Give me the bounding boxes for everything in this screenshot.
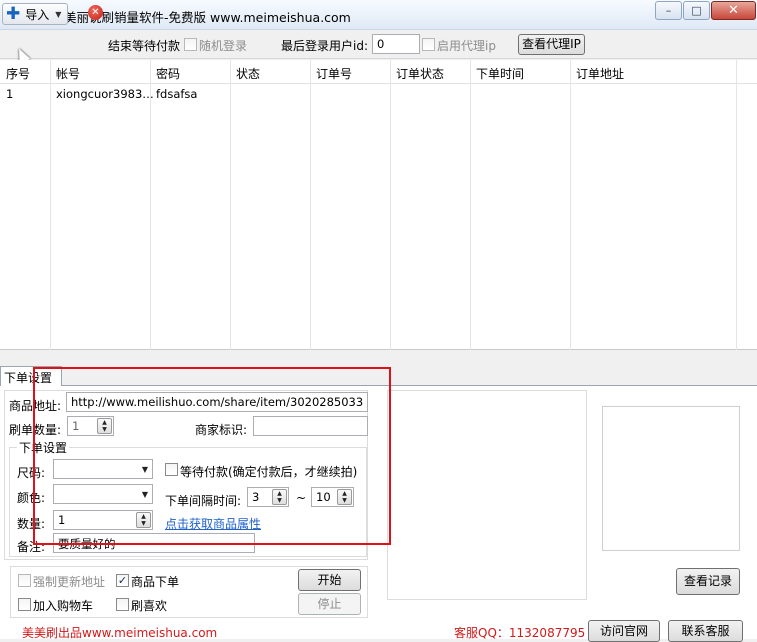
table-cell[interactable]: 1 (6, 87, 13, 101)
column-divider (50, 60, 51, 350)
column-divider (570, 60, 571, 350)
table-header (0, 60, 757, 84)
column-divider (310, 60, 311, 350)
column-divider (470, 60, 471, 350)
close-button[interactable]: ✕ (711, 1, 756, 20)
column-divider (230, 60, 231, 350)
plus-icon: ✚ (6, 3, 21, 24)
table-cell[interactable]: xiongcuor3983… (56, 87, 154, 101)
random-login-checkbox[interactable] (184, 38, 197, 51)
col-header-order-status[interactable]: 订单状态 (396, 65, 444, 82)
import-button[interactable]: ✚ 导入 ▼ (2, 3, 68, 25)
product-order-checkbox[interactable] (116, 574, 129, 587)
like-label: 刷喜欢 (131, 599, 168, 613)
add-cart-checkbox[interactable] (18, 598, 31, 611)
add-cart-label: 加入购物车 (33, 599, 94, 613)
view-records-button[interactable]: 查看记录 (676, 568, 740, 595)
column-divider (736, 60, 737, 350)
end-wait-payment-button[interactable]: 结束等待付款 (108, 37, 180, 54)
preview-image-area (602, 406, 740, 551)
col-header-password[interactable]: 密码 (156, 65, 180, 82)
start-button[interactable]: 开始 (298, 569, 361, 591)
accounts-table: 序号 帐号 密码 状态 订单号 订单状态 下单时间 订单地址 1 xiongcu… (0, 60, 757, 350)
stop-button[interactable]: 停止 (298, 593, 361, 615)
column-divider (390, 60, 391, 350)
window-title: 美美刷-美丽说刷销量软件-免费版 www.meimeishua.com (22, 10, 351, 25)
import-label: 导入 (25, 7, 50, 22)
stop-icon[interactable]: ✕ (88, 5, 103, 20)
minimize-button[interactable]: – (655, 1, 682, 20)
enable-proxy-checkbox[interactable] (422, 38, 435, 51)
brand-footer-text: 美美刷出品www.meimeishua.com (22, 626, 218, 640)
random-login-label: 随机登录 (199, 39, 248, 53)
column-divider (150, 60, 151, 350)
last-user-label: 最后登录用户id: (281, 39, 368, 53)
table-cell[interactable]: fdsafsa (156, 87, 197, 101)
force-update-label: 强制更新地址 (33, 575, 106, 589)
product-order-label: 商品下单 (131, 575, 180, 589)
support-qq-text: 客服QQ：1132087795 (454, 626, 586, 640)
col-header-index[interactable]: 序号 (6, 65, 30, 82)
maximize-button[interactable]: □ (683, 1, 710, 20)
col-header-order-no[interactable]: 订单号 (316, 65, 352, 82)
col-header-order-time[interactable]: 下单时间 (476, 65, 524, 82)
view-proxy-button[interactable]: 查看代理IP (518, 34, 585, 55)
force-update-checkbox[interactable] (18, 574, 31, 587)
col-header-order-address[interactable]: 订单地址 (576, 65, 624, 82)
last-user-input[interactable]: 0 (372, 34, 420, 54)
chevron-down-icon[interactable]: ▼ (55, 10, 61, 19)
highlight-box (33, 367, 391, 545)
col-header-status[interactable]: 状态 (236, 65, 260, 82)
col-header-account[interactable]: 帐号 (56, 65, 80, 82)
like-checkbox[interactable] (116, 598, 129, 611)
enable-proxy-label: 启用代理ip (437, 39, 496, 53)
middle-empty-panel (387, 390, 587, 600)
